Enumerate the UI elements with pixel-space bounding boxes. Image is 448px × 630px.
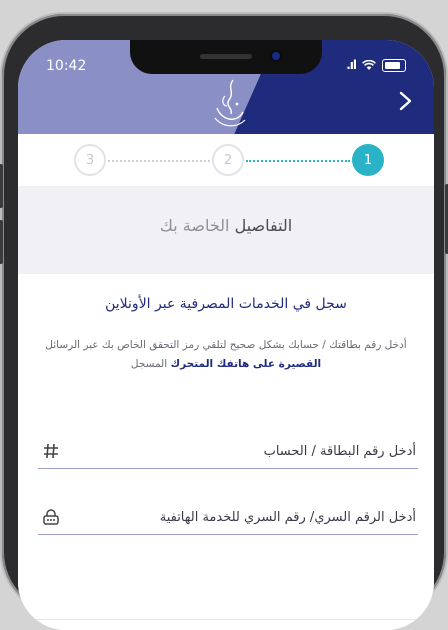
bottom-bar xyxy=(18,619,434,630)
app-header: 10:42 .ıl xyxy=(18,40,434,134)
step-connector xyxy=(108,160,210,162)
notch xyxy=(130,40,322,74)
instruction-text-end: المسجل xyxy=(130,358,168,370)
pin-field[interactable]: أدخل الرقم السري/ رقم السري للخدمة الهات… xyxy=(38,504,418,535)
title-part-1: التفاصيل xyxy=(234,216,293,235)
section-band: التفاصيل الخاصة بك xyxy=(18,186,434,274)
status-time: 10:42 xyxy=(46,58,87,74)
step-2: 2 xyxy=(212,144,244,176)
progress-stepper: 3 2 1 xyxy=(18,134,434,186)
signal-icon: .ıl xyxy=(346,58,357,72)
card-number-placeholder: أدخل رقم البطاقة / الحساب xyxy=(263,444,416,459)
instruction-text: أدخل رقم بطاقتك / حسابك بشكل صحيح لتلقي … xyxy=(45,339,407,351)
card-number-field[interactable]: أدخل رقم البطاقة / الحساب xyxy=(38,438,418,469)
phone-frame: 10:42 .ıl 3 2 1 التفاصيل الخاصة بك سجل ف… xyxy=(0,14,448,630)
chevron-right-icon[interactable] xyxy=(394,90,416,112)
step-3: 3 xyxy=(74,144,106,176)
keypad-lock-icon xyxy=(43,509,59,525)
speaker xyxy=(200,54,252,59)
volume-button xyxy=(0,220,3,264)
camera xyxy=(272,52,280,60)
pin-placeholder: أدخل الرقم السري/ رقم السري للخدمة الهات… xyxy=(159,510,416,525)
step-1-active: 1 xyxy=(352,144,384,176)
battery-icon xyxy=(382,58,406,72)
step-connector-active xyxy=(246,160,350,162)
instruction-text-bold: القصيرة على هاتفك المتحرك xyxy=(170,358,322,370)
title-part-2: الخاصة بك xyxy=(159,216,230,235)
volume-button xyxy=(0,164,3,208)
form-instructions: أدخل رقم بطاقتك / حسابك بشكل صحيح لتلقي … xyxy=(38,336,414,374)
registration-form: سجل في الخدمات المصرفية عبر الأونلاين أد… xyxy=(18,274,434,630)
screen: 10:42 .ıl 3 2 1 التفاصيل الخاصة بك سجل ف… xyxy=(18,40,434,630)
wifi-icon xyxy=(362,59,376,70)
calligraphy-logo-icon xyxy=(214,79,246,127)
status-icons: .ıl xyxy=(346,58,406,72)
page-title: التفاصيل الخاصة بك xyxy=(18,216,434,235)
hash-icon xyxy=(44,443,58,459)
form-heading: سجل في الخدمات المصرفية عبر الأونلاين xyxy=(105,296,347,312)
